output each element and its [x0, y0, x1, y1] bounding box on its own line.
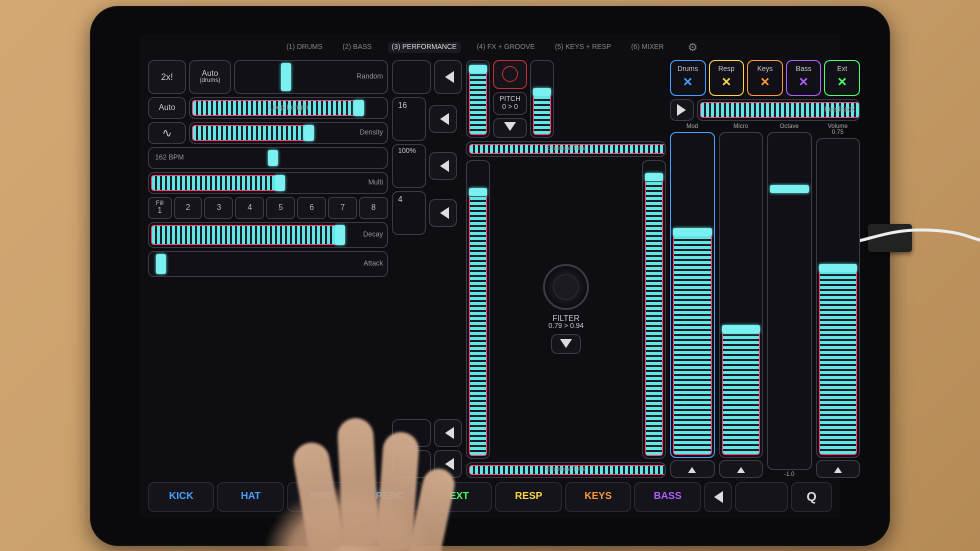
minus-one-label: -1.0: [784, 472, 794, 478]
filter-down-button[interactable]: [551, 334, 581, 354]
volume-slider[interactable]: [816, 138, 861, 458]
density-slider[interactable]: Density: [189, 122, 388, 144]
tab-kick[interactable]: KICK: [148, 482, 214, 512]
tab-keys[interactable]: KEYS: [565, 482, 631, 512]
settings-icon[interactable]: ⚙: [688, 41, 698, 54]
app-screen: (1) DRUMS (2) BASS (3) PERFORMANCE (4) F…: [140, 34, 840, 518]
usb-plug: [868, 224, 912, 252]
arrow-left-1[interactable]: [434, 60, 462, 94]
auto-drums-label: Auto: [202, 70, 218, 78]
arrow-left-5[interactable]: [434, 419, 462, 447]
tab-hat[interactable]: HAT: [217, 482, 283, 512]
octave-label: Octave: [780, 124, 799, 130]
tab-prev-icon[interactable]: [704, 482, 732, 512]
volume-value: 0.75: [832, 130, 844, 136]
pitch-down-button[interactable]: [493, 118, 527, 138]
arrow-left-6[interactable]: [434, 450, 462, 478]
feedback-slider[interactable]: Feedback: [697, 99, 860, 121]
micro-slider[interactable]: [719, 132, 764, 458]
arrow-left-4[interactable]: [429, 199, 457, 227]
filter-slider-a[interactable]: [466, 160, 490, 459]
play-button[interactable]: [670, 99, 694, 121]
nav-performance[interactable]: (3) PERFORMANCE: [388, 42, 461, 53]
multi-label: Multi: [368, 179, 383, 186]
jog-wheel[interactable]: [543, 264, 589, 310]
nav-bass[interactable]: (2) BASS: [339, 42, 376, 53]
bpm-slider[interactable]: 162 BPM: [148, 147, 388, 169]
envelope-top-slider[interactable]: Envelope Time: [466, 141, 666, 157]
tab-snr[interactable]: SNR: [287, 482, 353, 512]
mod-label: Mod: [686, 124, 698, 130]
nav-mixer[interactable]: (6) MIXER: [627, 42, 668, 53]
pitch-readout: PITCH 0 > 0: [493, 92, 527, 115]
bpm-label: 162 BPM: [155, 154, 184, 161]
filter-value: 0.79 > 0.94: [548, 323, 583, 330]
left-column: 2x! Auto (drums) Random Auto Loop Length: [148, 60, 388, 478]
loop-length-slider[interactable]: Loop Length: [189, 97, 388, 119]
channel-resp[interactable]: Resp✕: [709, 60, 745, 96]
octave-slider[interactable]: [767, 132, 812, 470]
value-4-box[interactable]: 4: [392, 191, 426, 235]
attack-slider[interactable]: Attack: [148, 251, 388, 277]
micro-up-button[interactable]: [719, 460, 764, 478]
right-column: Drums✕ Resp✕ Keys✕ Bass✕ Ext✕ Feedback M…: [670, 60, 860, 478]
multi-slider[interactable]: Multi: [148, 172, 388, 194]
top-nav: (1) DRUMS (2) BASS (3) PERFORMANCE (4) F…: [148, 40, 832, 56]
pitch-slider-b[interactable]: [530, 60, 554, 138]
channel-ext[interactable]: Ext✕: [824, 60, 860, 96]
micro-label: Micro: [733, 124, 748, 130]
mod-up-button[interactable]: [670, 460, 715, 478]
waveform-icon[interactable]: ∿: [148, 122, 186, 144]
mid-column: 16 100% 4: [392, 60, 462, 478]
mod-slider[interactable]: [670, 132, 715, 458]
record-button[interactable]: [493, 60, 527, 89]
random-slider[interactable]: Random: [234, 60, 388, 94]
bottom-tabs: KICK HAT SNR PERC EXT RESP KEYS BASS Q: [148, 482, 832, 512]
filter-slider-b[interactable]: [642, 160, 666, 459]
step-5[interactable]: 5: [266, 197, 295, 219]
arrow-left-3[interactable]: [429, 152, 457, 180]
auto-button[interactable]: Auto: [148, 97, 186, 119]
decay-label: Decay: [363, 231, 383, 238]
auto-drums-sublabel: (drums): [200, 78, 221, 84]
volume-up-button[interactable]: [816, 460, 861, 478]
density-label: Density: [360, 129, 383, 136]
center-column: PITCH 0 > 0 Envelope Time: [466, 60, 666, 478]
decay-slider[interactable]: Decay: [148, 222, 388, 248]
random-label: Random: [357, 73, 383, 80]
ipad-frame: (1) DRUMS (2) BASS (3) PERFORMANCE (4) F…: [90, 6, 890, 546]
step-row: Fill1 2 3 4 5 6 7 8: [148, 197, 388, 219]
step-4[interactable]: 4: [235, 197, 264, 219]
channel-mutes: Drums✕ Resp✕ Keys✕ Bass✕ Ext✕: [670, 60, 860, 96]
double-speed-button[interactable]: 2x!: [148, 60, 186, 94]
channel-keys[interactable]: Keys✕: [747, 60, 783, 96]
channel-drums[interactable]: Drums✕: [670, 60, 706, 96]
pitch-slider-a[interactable]: [466, 60, 490, 138]
fill-button[interactable]: Fill1: [148, 197, 172, 219]
value-100-box[interactable]: 100%: [392, 144, 426, 188]
arrow-left-2[interactable]: [429, 105, 457, 133]
nav-fx-groove[interactable]: (4) FX + GROOVE: [473, 42, 539, 53]
step-2[interactable]: 2: [174, 197, 203, 219]
filter-label: FILTER: [548, 314, 583, 323]
step-3[interactable]: 3: [204, 197, 233, 219]
q-button[interactable]: Q: [791, 482, 832, 512]
attack-label: Attack: [364, 260, 383, 267]
tab-ext[interactable]: EXT: [426, 482, 492, 512]
channel-bass[interactable]: Bass✕: [786, 60, 822, 96]
step-6[interactable]: 6: [297, 197, 326, 219]
tab-resp[interactable]: RESP: [495, 482, 561, 512]
envelope-bottom-slider[interactable]: Envelope Time: [466, 462, 666, 478]
nav-keys-resp[interactable]: (5) KEYS + RESP: [551, 42, 615, 53]
tab-bass[interactable]: BASS: [634, 482, 700, 512]
auto-drums-button[interactable]: Auto (drums): [189, 60, 231, 94]
tab-perc[interactable]: PERC: [356, 482, 422, 512]
value-16-box[interactable]: 16: [392, 97, 426, 141]
nav-drums[interactable]: (1) DRUMS: [282, 42, 326, 53]
step-7[interactable]: 7: [328, 197, 357, 219]
step-8[interactable]: 8: [359, 197, 388, 219]
